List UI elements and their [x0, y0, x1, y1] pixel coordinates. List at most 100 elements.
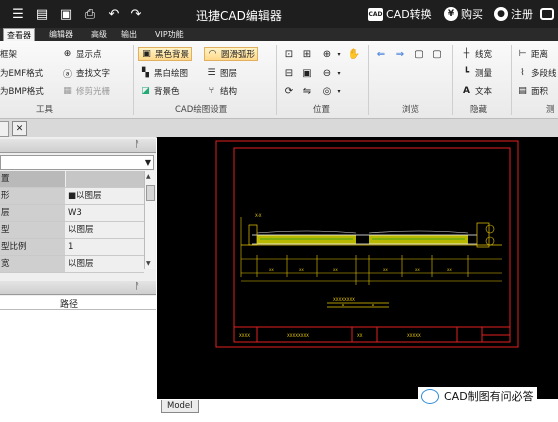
bw-drawing-icon: ▚: [142, 68, 149, 78]
property-row[interactable]: 宽以图层: [0, 256, 144, 273]
property-value[interactable]: 1: [66, 239, 144, 255]
undo-icon[interactable]: ↶: [106, 6, 122, 22]
pan-hand-icon[interactable]: ✋: [348, 48, 360, 60]
pin-icon[interactable]: ᚨ: [135, 282, 140, 292]
svg-text:XX: XX: [415, 268, 420, 272]
page-prev-icon[interactable]: ▢: [413, 48, 425, 60]
tab-viewer[interactable]: 查看器: [3, 28, 35, 42]
tab-advanced[interactable]: 高级: [88, 28, 110, 41]
hide-group-label: 隐藏: [470, 105, 488, 115]
app-title: 迅捷CAD编辑器: [196, 9, 282, 23]
area-button[interactable]: ▤ 面积: [517, 85, 548, 97]
smooth-arc-button[interactable]: ◠ 圆滑弧形: [204, 47, 259, 61]
object-selector[interactable]: ▼: [0, 155, 154, 170]
cad-convert-button[interactable]: CAD CAD转换: [368, 6, 432, 22]
find-text-label: 查找文字: [76, 69, 111, 79]
tab-vip[interactable]: VIP功能: [152, 28, 187, 41]
bw-drawing-button[interactable]: ▚ 黑白绘图: [140, 67, 188, 79]
line-width-button[interactable]: ┼ 线宽: [461, 48, 492, 60]
frame-button[interactable]: 框架: [0, 48, 17, 60]
page-next-icon[interactable]: ▢: [431, 48, 443, 60]
chevron-down-icon[interactable]: ▼: [145, 158, 151, 167]
scroll-down-icon[interactable]: ▼: [146, 260, 151, 267]
text-toggle-button[interactable]: A 文本: [461, 85, 492, 97]
chevron-down-icon[interactable]: ▾: [333, 85, 345, 97]
to-emf-button[interactable]: 为EMF格式: [0, 67, 43, 79]
buy-label: 购买: [461, 8, 483, 21]
path-column-header[interactable]: 路径: [0, 296, 156, 310]
property-row[interactable]: 置: [0, 171, 144, 188]
model-tab[interactable]: Model: [161, 400, 199, 413]
zoom-fit-icon[interactable]: ⊞: [301, 48, 313, 60]
property-row[interactable]: 形 ■以图层: [0, 188, 144, 205]
pin-icon[interactable]: ᚨ: [135, 140, 140, 150]
line-width-label: 线宽: [475, 50, 493, 60]
open-icon[interactable]: ▤: [34, 6, 50, 22]
to-emf-label: 为EMF格式: [0, 69, 44, 79]
layers-button[interactable]: ☰ 图层: [206, 67, 237, 79]
measure-toggle-button[interactable]: ┗ 测量: [461, 67, 492, 79]
black-bg-label: 黑色背景: [155, 50, 190, 60]
save-icon[interactable]: ▣: [58, 6, 74, 22]
polyline-label: 多段线: [531, 69, 557, 79]
ribbon-separator: [276, 45, 277, 115]
wechat-icon: [421, 388, 439, 404]
black-background-button[interactable]: ▣ 黑色背景: [138, 47, 193, 61]
register-button[interactable]: ● 注册: [494, 6, 533, 22]
property-value[interactable]: W3: [66, 205, 144, 221]
register-label: 注册: [511, 8, 533, 21]
document-tab[interactable]: [0, 121, 9, 137]
print-icon[interactable]: ⎙: [82, 6, 98, 22]
redo-icon[interactable]: ↷: [128, 6, 144, 22]
close-icon[interactable]: ✕: [12, 121, 27, 136]
watermark-text: CAD制图有问必答: [444, 390, 534, 403]
show-points-icon: ⊕: [63, 49, 72, 59]
properties-scrollbar[interactable]: ▲ ▼: [144, 171, 155, 269]
svg-text:XX: XX: [299, 268, 304, 272]
structure-button[interactable]: ⑂ 结构: [206, 85, 237, 97]
property-value[interactable]: 以图层: [66, 256, 144, 272]
mirror-icon[interactable]: ⇋: [301, 85, 313, 97]
cad-drawing: XXXX XXXXXXXX XX XXXXX X-X XX XX XX XX X…: [215, 140, 519, 348]
properties-panel-header: ᚨ: [0, 139, 156, 153]
cad-convert-icon: CAD: [368, 7, 383, 21]
next-arrow-icon[interactable]: ⇒: [394, 48, 406, 60]
text-icon: A: [463, 86, 470, 96]
find-text-button[interactable]: ⓐ 查找文字: [62, 67, 111, 80]
drawing-canvas[interactable]: XXXX XXXXXXXX XX XXXXX X-X XX XX XX XX X…: [157, 137, 558, 399]
to-bmp-button[interactable]: 为BMP格式: [0, 85, 44, 97]
property-row[interactable]: 型比例 1: [0, 239, 144, 256]
zoom-reset-icon[interactable]: ◎: [321, 85, 333, 97]
property-key: 层: [0, 205, 65, 221]
menu-icon[interactable]: ☰: [10, 6, 26, 22]
property-row[interactable]: 型以图层: [0, 222, 144, 239]
show-points-button[interactable]: ⊕ 显示点: [62, 48, 102, 60]
chevron-down-icon[interactable]: ▾: [333, 48, 345, 60]
chevron-down-icon[interactable]: ▾: [333, 67, 345, 79]
property-value[interactable]: ■以图层: [66, 188, 144, 204]
zoom-out-icon[interactable]: ⊖: [321, 67, 333, 79]
property-value[interactable]: 以图层: [66, 222, 144, 238]
zoom-in-icon[interactable]: ⊕: [321, 48, 333, 60]
tab-editor[interactable]: 编辑器: [46, 28, 76, 41]
polyline-button[interactable]: ⌇ 多段线: [517, 67, 557, 79]
rotate-icon[interactable]: ⟳: [283, 85, 295, 97]
smooth-arc-label: 圆滑弧形: [221, 50, 256, 60]
background-color-button[interactable]: ◪ 背景色: [140, 85, 179, 97]
previous-arrow-icon[interactable]: ⇐: [375, 48, 387, 60]
distance-button[interactable]: ⊢ 距离: [517, 48, 548, 60]
buy-button[interactable]: ¥ 购买: [444, 6, 483, 22]
property-row[interactable]: 层 W3: [0, 205, 144, 222]
trim-raster-button[interactable]: ▦ 修剪光栅: [62, 85, 110, 97]
property-value[interactable]: [66, 171, 144, 187]
scroll-up-icon[interactable]: ▲: [146, 173, 151, 180]
tab-output[interactable]: 输出: [118, 28, 140, 41]
zoom-rect-icon[interactable]: ▣: [301, 67, 313, 79]
zoom-extents-icon[interactable]: ⊟: [283, 67, 295, 79]
distance-icon: ⊢: [518, 49, 527, 59]
chat-icon[interactable]: [539, 6, 555, 22]
scrollbar-thumb[interactable]: [146, 185, 155, 201]
structure-label: 结构: [220, 87, 238, 97]
svg-text:XX: XX: [447, 268, 452, 272]
zoom-window-icon[interactable]: ⊡: [283, 48, 295, 60]
